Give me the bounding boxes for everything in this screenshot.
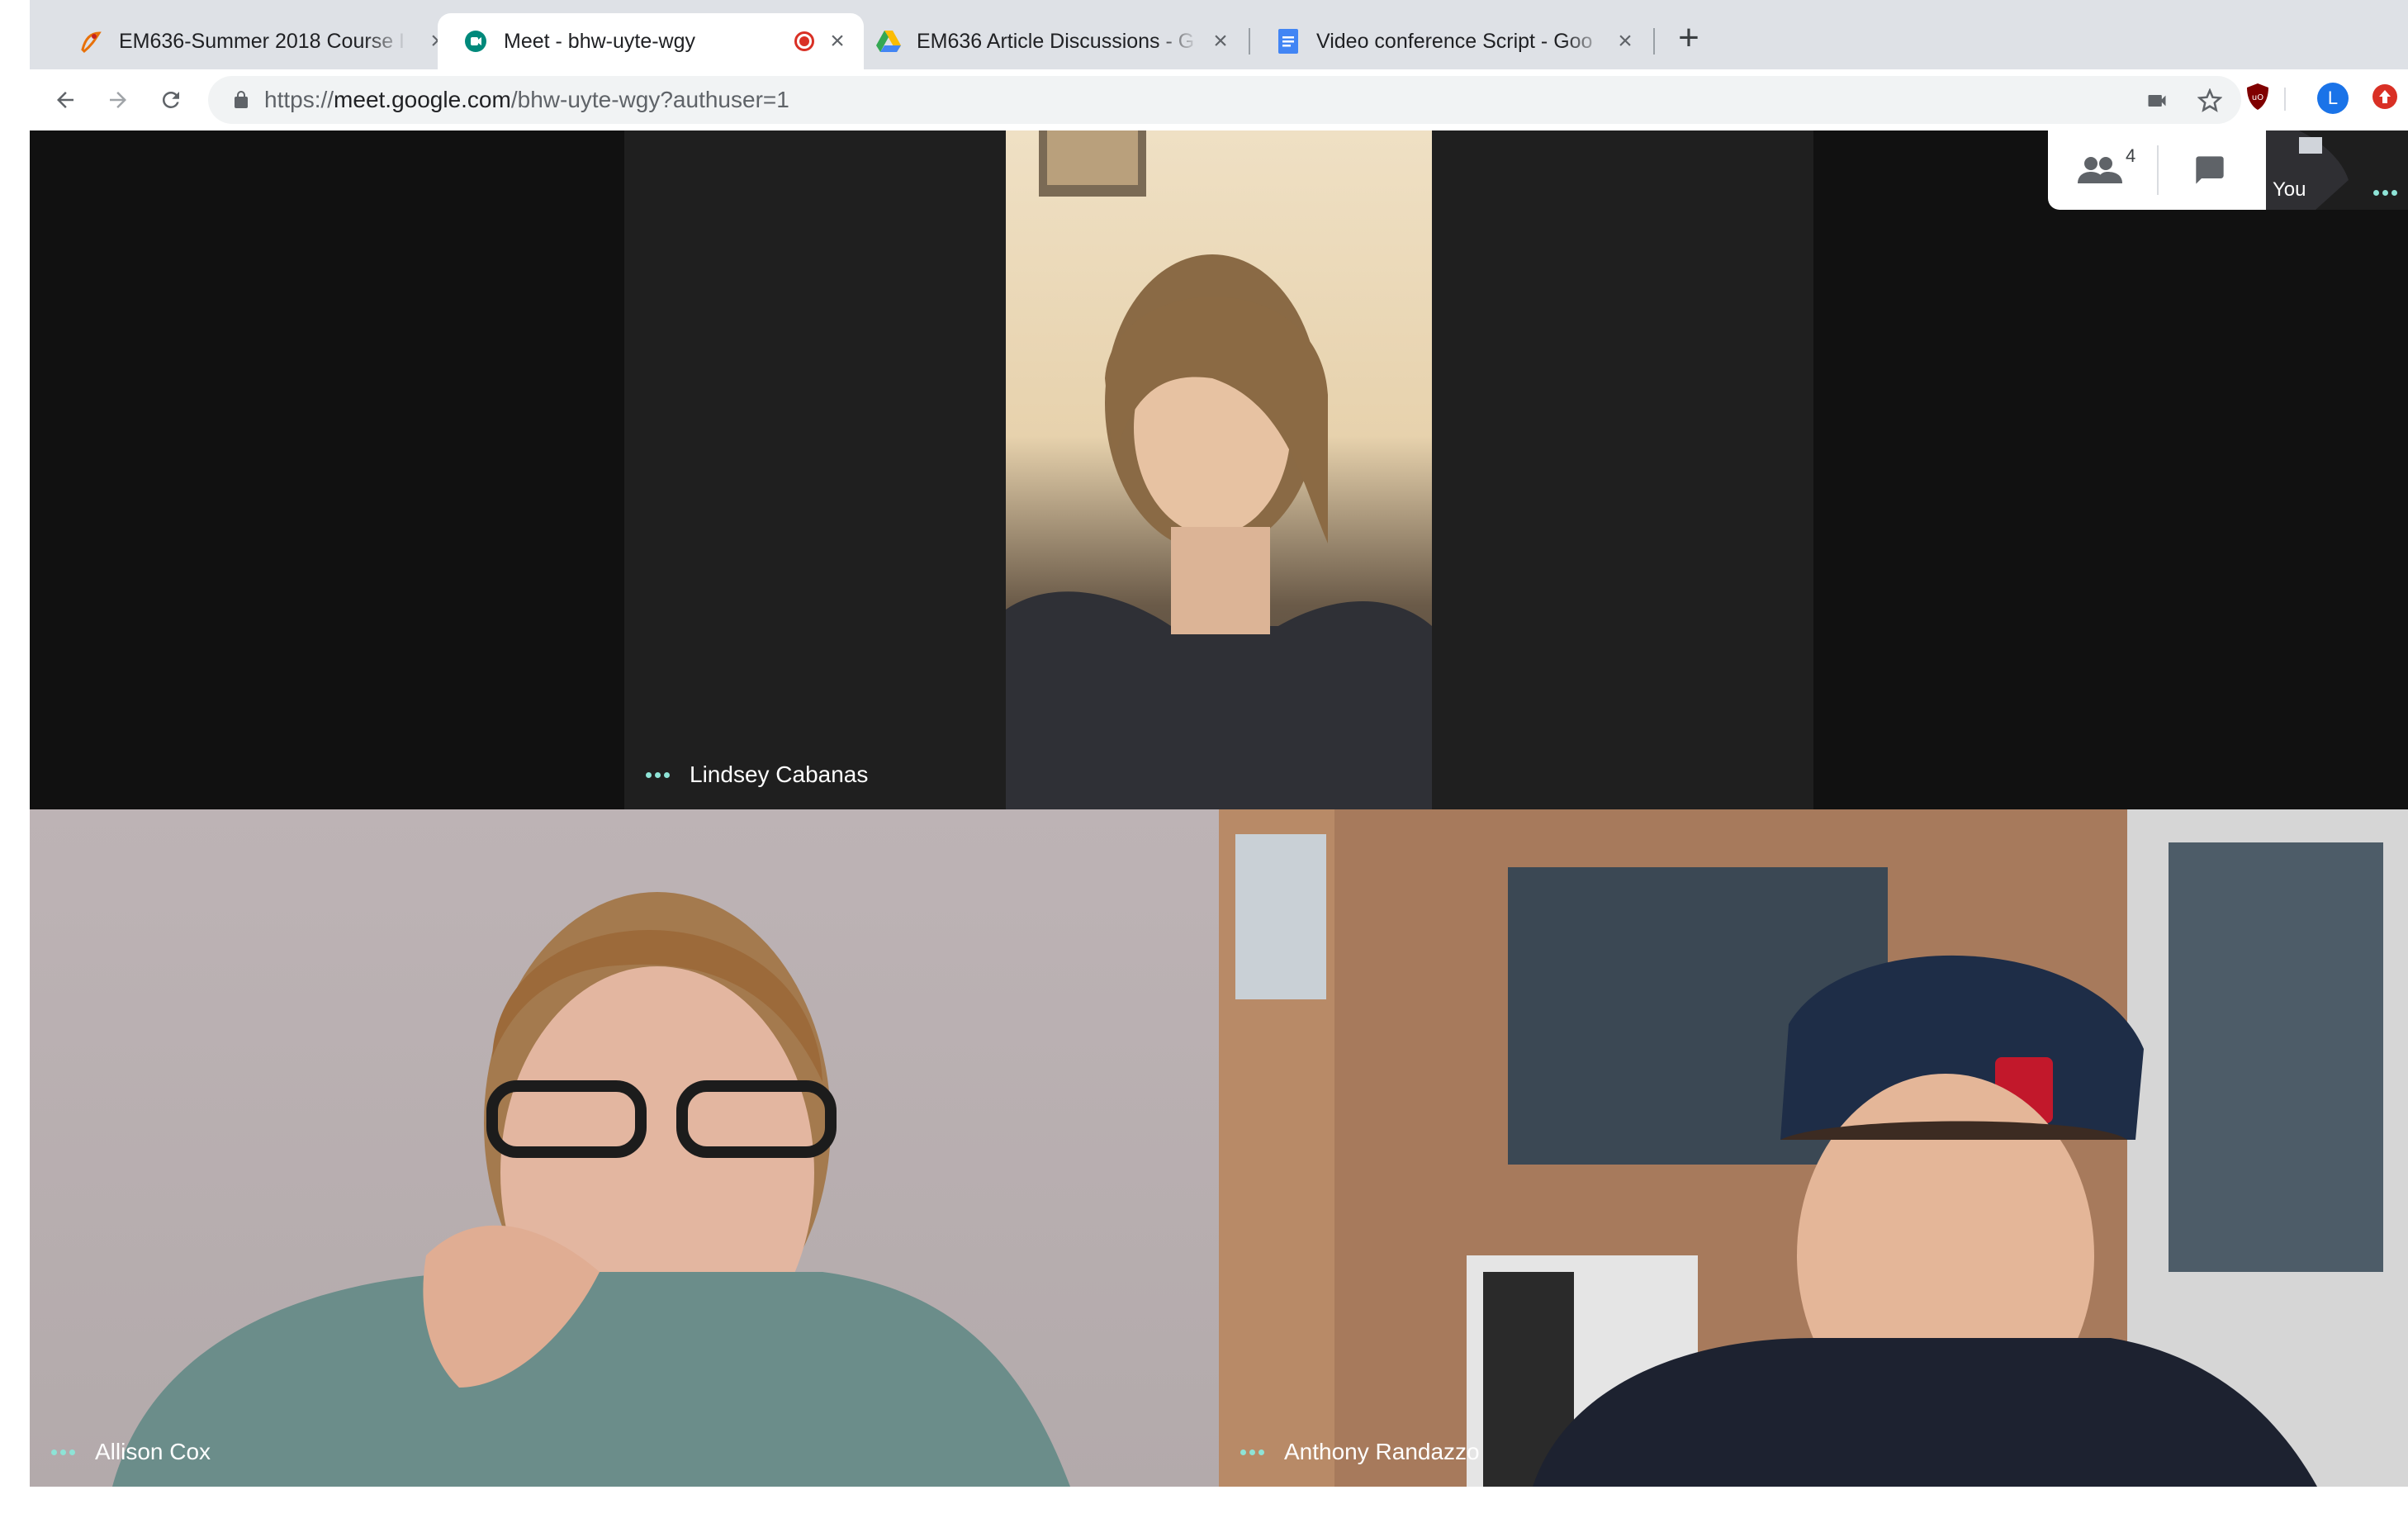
new-tab-button[interactable]: + — [1671, 20, 1706, 56]
ublock-shield-icon[interactable]: uO — [2243, 82, 2273, 111]
participant-tile[interactable]: Lindsey Cabanas — [624, 130, 1813, 809]
tab-strip: EM636-Summer 2018 Course I × Meet - bhw-… — [30, 0, 2408, 69]
participant-tile[interactable]: Allison Cox — [30, 809, 1219, 1487]
participant-video — [1219, 809, 2408, 1487]
meet-side-controls: 4 — [2048, 130, 2266, 210]
forward-button[interactable] — [97, 79, 139, 121]
tab-course[interactable]: EM636-Summer 2018 Course I × — [53, 13, 464, 69]
back-arrow-icon — [57, 92, 73, 108]
back-button[interactable] — [45, 79, 86, 121]
google-drive-icon — [875, 28, 902, 55]
participant-name: Lindsey Cabanas — [690, 762, 869, 787]
close-icon[interactable]: × — [1207, 27, 1234, 55]
participant-count: 4 — [2126, 145, 2136, 166]
participant-name-label: Lindsey Cabanas — [646, 762, 868, 788]
speaking-indicator-icon — [646, 771, 670, 778]
participant-video — [112, 892, 1070, 1487]
url-text: https://meet.google.com/bhw-uyte-wgy?aut… — [264, 87, 789, 113]
lock-icon — [235, 91, 248, 108]
tab-meet[interactable]: Meet - bhw-uyte-wgy × — [438, 13, 864, 69]
camera-icon[interactable] — [2144, 88, 2170, 114]
self-view[interactable]: You — [2266, 130, 2408, 210]
browser-toolbar: https://meet.google.com/bhw-uyte-wgy?aut… — [30, 69, 2408, 130]
tab-video-script[interactable]: Video conference Script - Goo × — [1250, 13, 1652, 69]
url-path: /bhw-uyte-wgy?authuser=1 — [510, 87, 789, 112]
tab-article-discussions[interactable]: EM636 Article Discussions - G × — [851, 13, 1247, 69]
toolbar-separator — [2284, 88, 2286, 111]
speaking-indicator-icon — [1240, 1449, 1264, 1455]
update-icon[interactable] — [2370, 82, 2400, 111]
participant-name: Anthony Randazzo — [1284, 1439, 1480, 1464]
course-site-icon — [78, 28, 104, 55]
chat-button[interactable] — [2192, 154, 2231, 190]
screen: EM636-Summer 2018 Course I × Meet - bhw-… — [0, 0, 2408, 1523]
tab-title: Video conference Script - Goo — [1316, 29, 1593, 53]
participant-name-label: Allison Cox — [51, 1439, 211, 1465]
more-options-icon[interactable] — [2373, 190, 2397, 196]
address-bar[interactable]: https://meet.google.com/bhw-uyte-wgy?aut… — [208, 76, 2241, 124]
meet-stage: Lindsey Cabanas Allison Cox Anthony Rand… — [30, 130, 2408, 1487]
participant-name: Allison Cox — [95, 1439, 211, 1464]
reload-icon — [162, 92, 179, 108]
url-scheme: https:// — [264, 87, 334, 112]
recording-icon — [794, 31, 814, 51]
svg-text:uO: uO — [2252, 93, 2263, 102]
bookmark-star-icon[interactable] — [2197, 88, 2223, 114]
reload-button[interactable] — [150, 79, 192, 121]
participant-name-label: Anthony Randazzo — [1240, 1439, 1480, 1465]
close-icon[interactable]: × — [824, 27, 851, 55]
speaking-indicator-icon — [51, 1449, 75, 1455]
google-meet-icon — [462, 28, 489, 55]
tab-title: Meet - bhw-uyte-wgy — [504, 29, 696, 53]
panel-divider — [2157, 145, 2159, 195]
close-icon[interactable]: × — [1612, 27, 1638, 55]
google-docs-icon — [1275, 28, 1301, 55]
tab-title: EM636 Article Discussions - G — [917, 29, 1195, 53]
self-label: You — [2273, 178, 2306, 201]
profile-avatar[interactable]: L — [2317, 83, 2349, 114]
people-button[interactable]: 4 — [2078, 145, 2135, 190]
desktop-edge-bottom — [0, 1487, 2408, 1523]
participant-tile[interactable]: Anthony Randazzo — [1219, 809, 2408, 1487]
people-icon — [2078, 157, 2122, 183]
url-host: meet.google.com — [334, 87, 511, 112]
participant-video — [1006, 130, 1432, 809]
desktop-edge — [0, 0, 30, 1523]
forward-arrow-icon — [110, 92, 126, 108]
tab-separator — [1653, 28, 1655, 55]
tab-title: EM636-Summer 2018 Course I — [119, 29, 405, 53]
chat-icon — [2196, 156, 2224, 184]
